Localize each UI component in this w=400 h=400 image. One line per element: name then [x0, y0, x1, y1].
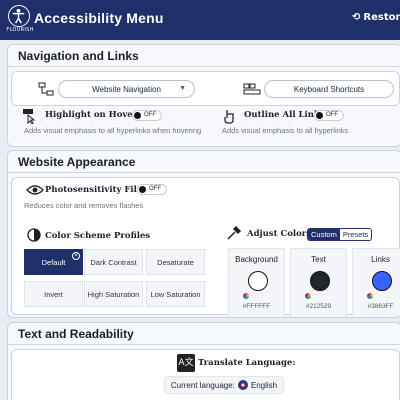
links-color-card[interactable]: Links #3863FF — [352, 248, 400, 317]
photosensitivity-label: Photosensitivity Filter — [45, 185, 151, 195]
text-color-card[interactable]: Text #212529 — [290, 248, 347, 317]
color-wheel-icon — [243, 293, 249, 299]
adjust-colors-tabs: Custom Presets — [307, 228, 373, 241]
restore-label: Restore d — [363, 12, 400, 23]
outline-links-toggle[interactable]: OFF — [314, 110, 344, 121]
readability-section: Text and Readability A文 Translate Langua… — [7, 322, 400, 400]
scheme-high-saturation[interactable]: High Saturation — [84, 281, 143, 307]
logo-text: FLOURISH — [6, 27, 34, 33]
cursor-highlight-icon — [22, 108, 38, 125]
uk-flag-icon — [237, 380, 248, 390]
translate-label: Translate Language: — [198, 358, 296, 368]
logo: FLOURISH — [5, 5, 35, 35]
photosensitivity-desc: Reduces color and removes flashes — [24, 201, 144, 210]
sitemap-icon — [38, 81, 54, 97]
tab-custom[interactable]: Custom — [308, 229, 340, 240]
translate-icon: A文 — [177, 354, 195, 372]
eye-icon — [26, 182, 44, 198]
background-color-card[interactable]: Background #FFFFFF — [228, 248, 285, 317]
tab-presets[interactable]: Presets — [339, 229, 372, 240]
scheme-low-saturation[interactable]: Low Saturation — [146, 281, 205, 307]
highlight-on-hover-desc: Adds visual emphasis to all hyperlinks w… — [24, 126, 202, 135]
section-title: Navigation and Links — [8, 45, 400, 67]
pointer-hand-icon — [221, 108, 237, 124]
text-swatch[interactable] — [310, 271, 330, 291]
reset-icon: ⟲ — [352, 12, 361, 23]
menu-title: Accessibility Menu — [34, 10, 164, 26]
close-icon: × — [72, 252, 80, 260]
chevron-down-icon: ▼ — [179, 85, 186, 92]
highlight-on-hover-label: Highlight on Hover — [45, 110, 138, 120]
background-swatch[interactable] — [248, 271, 268, 291]
navigation-section: Navigation and Links Website Navigation … — [7, 44, 400, 147]
readability-panel: A文 Translate Language: Current language:… — [11, 349, 400, 400]
color-wheel-icon — [367, 293, 373, 299]
navigation-panel: Website Navigation ▼ Keyboard Shortcuts — [11, 71, 400, 106]
keyboard-icon — [243, 81, 261, 97]
header-bar: FLOURISH Accessibility Menu ⟲ Restore d — [0, 0, 400, 40]
scheme-desaturate[interactable]: Desaturate — [146, 249, 205, 275]
palette-icon — [26, 228, 42, 244]
scheme-default[interactable]: Default × — [24, 249, 83, 275]
links-swatch[interactable] — [372, 271, 392, 291]
adjust-colors-label: Adjust Colors — [247, 229, 312, 239]
outline-links-desc: Adds visual emphasis to all hyperlinks — [222, 126, 349, 135]
outline-links-label: Outline All Links — [244, 110, 325, 120]
section-title: Website Appearance — [8, 151, 400, 173]
color-wheel-icon — [305, 293, 311, 299]
language-select[interactable]: Current language: English — [164, 376, 284, 394]
section-title: Text and Readability — [8, 323, 400, 345]
website-navigation-select[interactable]: Website Navigation ▼ — [58, 80, 195, 98]
eyedropper-icon — [226, 225, 242, 241]
keyboard-shortcuts-button[interactable]: Keyboard Shortcuts — [264, 80, 394, 98]
appearance-section: Website Appearance Photosensitivity Filt… — [7, 150, 400, 318]
scheme-dark-contrast[interactable]: Dark Contrast — [84, 249, 143, 275]
scheme-invert[interactable]: Invert — [24, 281, 83, 307]
highlight-on-hover-toggle[interactable]: OFF — [132, 110, 162, 121]
restore-defaults-button[interactable]: ⟲ Restore d — [352, 12, 400, 23]
accessibility-person-icon — [8, 5, 30, 27]
photosensitivity-toggle[interactable]: OFF — [137, 184, 167, 195]
appearance-panel: Photosensitivity Filter OFF Reduces colo… — [11, 177, 400, 317]
color-scheme-label: Color Scheme Profiles — [45, 231, 151, 241]
